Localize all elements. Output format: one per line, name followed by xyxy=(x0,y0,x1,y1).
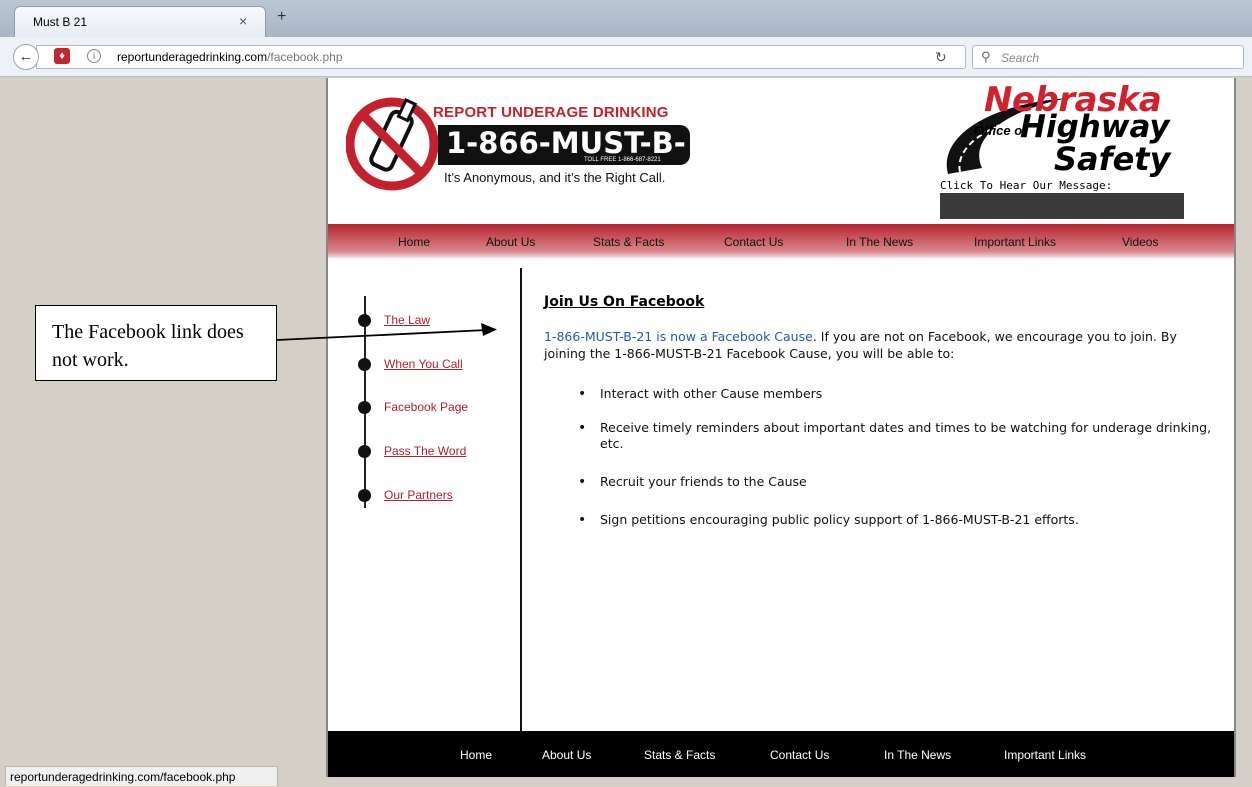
annotation-callout: The Facebook link does not work. xyxy=(35,305,277,381)
nav-important-links[interactable]: Important Links xyxy=(974,235,1056,249)
reload-icon[interactable]: ↻ xyxy=(935,49,947,66)
safety-text: Safety xyxy=(1054,140,1171,178)
top-navigation: Home About Us Stats & Facts Contact Us I… xyxy=(328,224,1234,258)
site-header: REPORT UNDERAGE DRINKING 1-866-MUST-B-21… xyxy=(328,78,1234,222)
phone-banner: 1-866-MUST-B-21 TOLL FREE 1-866-687-8221 xyxy=(438,125,690,194)
url-text[interactable]: reportunderagedrinking.com/facebook.php xyxy=(117,50,343,64)
facebook-cause-link[interactable]: 1-866-MUST-B-21 is now a Facebook Cause xyxy=(544,329,813,344)
search-icon: ⚲ xyxy=(981,49,991,64)
sidebar-link-when-you-call[interactable]: When You Call xyxy=(384,357,463,371)
browser-tab[interactable]: Must B 21 × xyxy=(14,6,266,37)
nav-contact-us[interactable]: Contact Us xyxy=(724,235,783,249)
search-box[interactable]: ⚲ Search xyxy=(972,45,1244,69)
list-item: Sign petitions encouraging public policy… xyxy=(578,512,1218,528)
benefits-list: Interact with other Cause members Receiv… xyxy=(578,386,1218,528)
timeline-dot xyxy=(358,358,371,371)
tagline: It’s Anonymous, and it’s the Right Call. xyxy=(444,170,666,185)
web-page: REPORT UNDERAGE DRINKING 1-866-MUST-B-21… xyxy=(326,78,1236,777)
footer-stats-facts[interactable]: Stats & Facts xyxy=(644,748,715,762)
close-tab-icon[interactable]: × xyxy=(239,13,247,29)
timeline-dot xyxy=(358,401,371,414)
annotation-arrow-icon xyxy=(277,323,497,341)
hear-message-label: Click To Hear Our Message: xyxy=(940,179,1113,192)
annotation-text: The Facebook link does not work. xyxy=(52,321,244,371)
intro-paragraph: 1-866-MUST-B-21 is now a Facebook Cause.… xyxy=(544,328,1214,362)
status-url: reportunderagedrinking.com/facebook.php xyxy=(10,770,236,784)
timeline-dot xyxy=(358,489,371,502)
sidebar-link-pass-the-word[interactable]: Pass The Word xyxy=(384,444,466,458)
back-button[interactable]: ← xyxy=(13,44,39,70)
report-title: REPORT UNDERAGE DRINKING xyxy=(433,104,669,121)
footer-contact-us[interactable]: Contact Us xyxy=(770,748,829,762)
search-placeholder: Search xyxy=(1001,51,1040,65)
nav-home[interactable]: Home xyxy=(398,235,430,249)
tab-title: Must B 21 xyxy=(33,15,88,29)
list-item: Receive timely reminders about important… xyxy=(578,420,1218,452)
list-item: Interact with other Cause members xyxy=(578,386,1218,402)
nav-stats-facts[interactable]: Stats & Facts xyxy=(593,235,664,249)
footer-home[interactable]: Home xyxy=(460,748,492,762)
addon-icon[interactable]: ♦ xyxy=(54,48,70,64)
tab-bar: Must B 21 × + xyxy=(0,0,1252,37)
timeline-dot xyxy=(358,445,371,458)
office-of-text: Office of xyxy=(974,123,1027,138)
footer-important-links[interactable]: Important Links xyxy=(1004,748,1086,762)
footer-about-us[interactable]: About Us xyxy=(542,748,591,762)
status-bar: reportunderagedrinking.com/facebook.php xyxy=(5,766,278,786)
footer-navigation: Home About Us Stats & Facts Contact Us I… xyxy=(328,731,1234,777)
nav-in-the-news[interactable]: In The News xyxy=(846,235,913,249)
nav-videos[interactable]: Videos xyxy=(1122,235,1158,249)
audio-player[interactable] xyxy=(940,193,1184,219)
nav-about-us[interactable]: About Us xyxy=(486,235,535,249)
sidebar-link-our-partners[interactable]: Our Partners xyxy=(384,488,453,502)
content-title: Join Us On Facebook xyxy=(544,294,705,310)
column-divider xyxy=(520,268,522,731)
url-domain: reportunderagedrinking.com xyxy=(117,50,268,64)
url-path: /facebook.php xyxy=(267,50,343,64)
new-tab-icon[interactable]: + xyxy=(277,8,286,26)
navigation-toolbar: ♦ i reportunderagedrinking.com/facebook.… xyxy=(0,37,1252,77)
sidebar-item-facebook-page: Facebook Page xyxy=(384,400,469,414)
site-info-icon[interactable]: i xyxy=(87,49,101,63)
list-item: Recruit your friends to the Cause xyxy=(578,474,1218,490)
address-bar[interactable]: ♦ i reportunderagedrinking.com/facebook.… xyxy=(36,45,966,69)
footer-in-the-news[interactable]: In The News xyxy=(884,748,951,762)
toll-free-number: TOLL FREE 1-866-687-8221 xyxy=(584,157,661,163)
